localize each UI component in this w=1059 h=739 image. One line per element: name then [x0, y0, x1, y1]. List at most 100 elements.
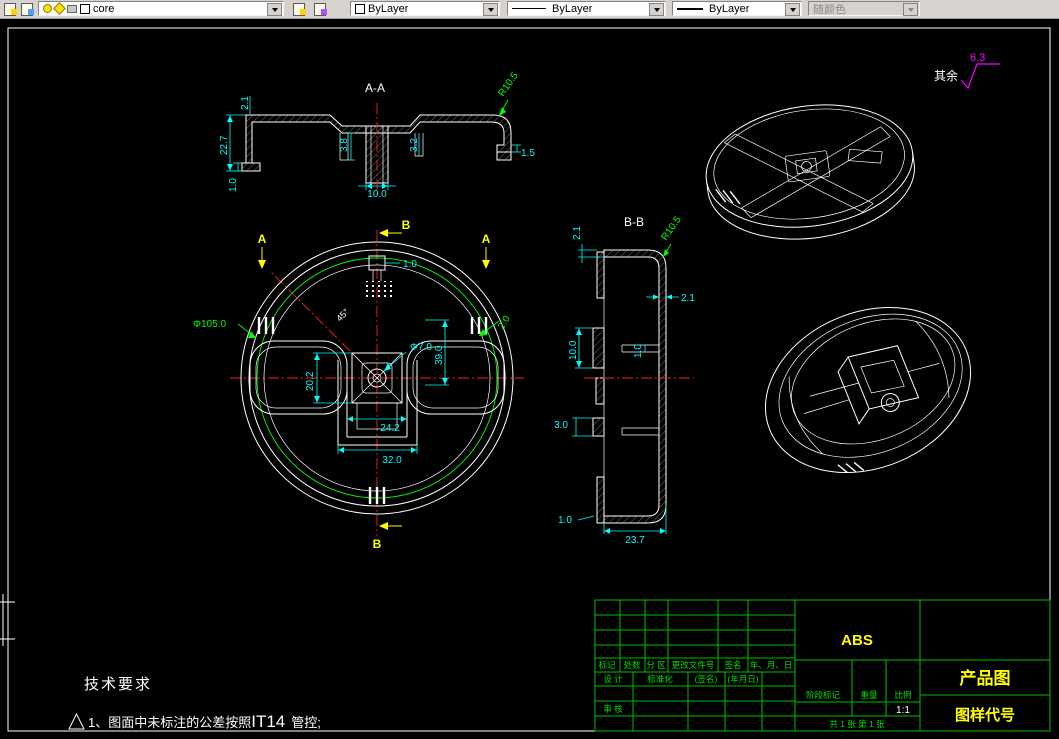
current-color-swatch — [355, 3, 365, 14]
layer-select[interactable]: core — [38, 1, 284, 16]
dim-10-0: 10.0 — [367, 189, 387, 200]
section-bb-label: B-B — [624, 215, 644, 229]
dim-32-0: 32.0 — [382, 455, 402, 466]
tech-req-title: 技术要求 — [84, 676, 152, 693]
title-block-text: 标记 处数 分 区 更改文件号 签名 年、月、日 设 计 标准化 (签名) (年… — [598, 632, 1015, 729]
cad-application-window: 其余 6.3 A-A 2.1 22.7 1.0 3.8 3.2 10.0 1.5… — [0, 0, 1059, 739]
color-dropdown-arrow[interactable] — [483, 3, 498, 16]
col-file-no: 更改文件号 — [672, 660, 715, 670]
sheet-info: 共 1 张 第 1 张 — [829, 719, 885, 729]
layer-states-button[interactable] — [19, 1, 35, 16]
roughness-value: 6.3 — [970, 52, 985, 64]
lineweight-combo-value: ByLayer — [709, 2, 750, 15]
dim-r10-5: R10.5 — [496, 70, 521, 99]
dim-20-2: 20.2 — [305, 371, 316, 391]
top-clip — [362, 255, 394, 298]
layer-freeze-icon[interactable] — [53, 2, 66, 15]
layer-properties-button[interactable] — [2, 1, 18, 16]
col-count: 处数 — [623, 660, 641, 670]
top-view-dimensions: Φ105.0 45° Φ7.0 39.0 20.2 24.2 32.0 1.0 … — [193, 259, 513, 466]
vent-slots — [257, 317, 488, 504]
layer-lock-icon[interactable] — [67, 4, 77, 13]
surface-finish-note: 其余 6.3 — [934, 52, 1000, 90]
dim-3-8: 3.8 — [339, 138, 350, 152]
dim-1-0-rib: 1.0 — [633, 344, 644, 358]
surface-finish-prefix: 其余 — [934, 68, 958, 83]
dim-3-0: 3.0 — [554, 420, 568, 431]
section-aa-label: A-A — [365, 81, 385, 95]
color-select[interactable]: ByLayer — [350, 1, 500, 16]
col-date: 年、月、日 — [750, 660, 793, 670]
layer-color-swatch — [80, 3, 90, 14]
dim-1-5: 1.5 — [521, 148, 535, 159]
plot-style-select: 随颜色 — [808, 1, 920, 16]
hint-sign: (签名) — [695, 674, 718, 684]
layer-dropdown-arrow[interactable] — [267, 3, 282, 16]
layer-previous-button[interactable] — [312, 1, 328, 16]
label-stage: 阶段标记 — [806, 690, 841, 700]
row-standardize: 标准化 — [647, 674, 673, 684]
layer-combo-value: core — [93, 2, 115, 15]
linetype-preview — [512, 8, 546, 9]
iso-bottom-vents — [837, 461, 865, 474]
drawing-name: 产品图 — [960, 668, 1011, 688]
dim-dia-7: Φ7.0 — [410, 342, 432, 353]
revision-triangle — [68, 712, 85, 730]
hint-date: (年月日) — [727, 674, 758, 684]
dim-2-1-top: 2.1 — [572, 226, 583, 240]
make-object-layer-current-button[interactable] — [291, 1, 307, 16]
section-markers: A A B B — [258, 218, 491, 551]
dim-23-7: 23.7 — [625, 535, 645, 546]
section-aa-view: A-A 2.1 22.7 1.0 3.8 3.2 10.0 1.5 R10.5 — [219, 70, 535, 200]
row-design: 设 计 — [603, 674, 623, 684]
scale-value: 1:1 — [896, 705, 910, 716]
col-zone: 分 区 — [646, 660, 666, 670]
roughness-symbol — [960, 63, 1000, 90]
marker-b-top: B — [402, 218, 411, 232]
plot-style-combo-value: 随颜色 — [813, 3, 846, 16]
lineweight-select[interactable]: ByLayer — [672, 1, 802, 16]
sheet-frame — [0, 27, 1051, 732]
label-weight: 重量 — [860, 690, 878, 700]
linetype-dropdown-arrow[interactable] — [649, 3, 664, 16]
marker-b-bottom: B — [373, 537, 382, 551]
col-mark: 标记 — [598, 660, 616, 670]
dim-1-0-foot: 1.0 — [228, 178, 239, 192]
iso-view-top — [705, 104, 915, 240]
dim-2-1-side: 2.1 — [681, 293, 695, 304]
dim-45deg: 45° — [334, 306, 351, 323]
marker-a-left: A — [258, 232, 267, 246]
tech-requirements: 技术要求 1、图面中未标注的公差按照IT14 管控; — [68, 676, 321, 731]
color-combo-value: ByLayer — [368, 2, 409, 15]
lineweight-dropdown-arrow[interactable] — [785, 3, 800, 16]
speaker-hole-grid — [362, 281, 394, 298]
linetype-combo-value: ByLayer — [552, 2, 593, 15]
dim-39-0: 39.0 — [434, 345, 445, 365]
object-properties-toolbar: core ByLayer ByLayer ByLayer 随颜色 — [0, 0, 1059, 19]
dim-3-2: 3.2 — [409, 138, 420, 152]
title-block: 标记 处数 分 区 更改文件号 签名 年、月、日 设 计 标准化 (签名) (年… — [594, 599, 1051, 732]
top-plan-view: A A B B Φ105.0 45° Φ7.0 39.0 20.2 24.2 3… — [193, 218, 524, 551]
dim-2-1: 2.1 — [240, 96, 251, 110]
tech-req-item-1: 1、图面中未标注的公差按照IT14 管控; — [88, 712, 321, 731]
dim-dia-105: Φ105.0 — [193, 319, 226, 330]
plot-style-dropdown-arrow — [903, 3, 918, 16]
iso-view-bottom — [764, 306, 972, 474]
dim-10-0-bb: 10.0 — [568, 340, 579, 360]
col-sign: 签名 — [724, 660, 741, 670]
section-bb-view: B-B 2.1 R10.5 2.1 10.0 1.0 3.0 1.0 23.7 — [554, 214, 695, 546]
lineweight-preview — [677, 7, 703, 10]
label-scale: 比例 — [894, 690, 911, 700]
linetype-select[interactable]: ByLayer — [507, 1, 666, 16]
layer-on-icon[interactable] — [43, 4, 52, 13]
dim-24-2: 24.2 — [380, 423, 400, 434]
section-bb-details — [603, 250, 659, 523]
material-value: ABS — [841, 632, 873, 649]
row-check: 审 核 — [603, 704, 623, 714]
drawing-code: 图样代号 — [955, 706, 1015, 724]
drawing-canvas[interactable]: 其余 6.3 A-A 2.1 22.7 1.0 3.8 3.2 10.0 1.5… — [0, 0, 1059, 739]
dim-1-0-bbfoot: 1.0 — [558, 515, 572, 526]
dim-22-7: 22.7 — [219, 135, 230, 155]
section-bb-dimensions: 2.1 R10.5 2.1 10.0 1.0 3.0 1.0 23.7 — [554, 214, 695, 546]
dim-1-0-clip: 1.0 — [403, 259, 417, 270]
